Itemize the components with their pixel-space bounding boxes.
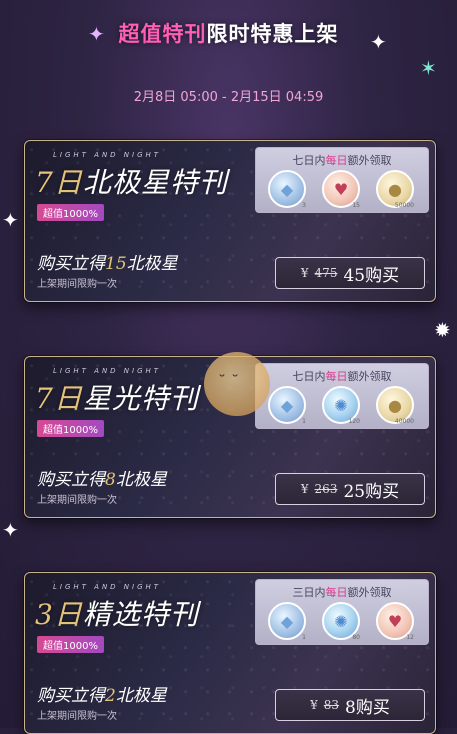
- buy-button[interactable]: ¥ 263 25购买: [275, 473, 425, 505]
- sparkle-icon: ✹: [434, 318, 451, 342]
- value-badge: 超值1000%: [37, 204, 104, 221]
- purchase-bonus: 购买立得2北极星: [37, 686, 167, 706]
- original-price: 475: [314, 266, 338, 280]
- coin-icon[interactable]: ● 40000: [376, 386, 414, 425]
- sparkle-icon: ✶: [420, 56, 437, 80]
- purchase-limit: 上架期间限购一次: [37, 711, 117, 722]
- gem-icon[interactable]: ◆ 1: [268, 386, 306, 425]
- page-title: 超值特刊限时特惠上架: [0, 18, 457, 48]
- buy-button[interactable]: ¥ 475 45购买: [275, 257, 425, 289]
- purchase-limit: 上架期间限购一次: [37, 495, 117, 506]
- orb-icon[interactable]: ✺ 120: [322, 386, 360, 425]
- date-range: 2月8日 05:00 - 2月15日 04:59: [133, 90, 324, 105]
- card-subtitle: LIGHT AND NIGHT: [53, 151, 162, 159]
- rewards-title: 三日内每日额外领取: [292, 586, 392, 599]
- value-badge: 超值1000%: [37, 420, 104, 437]
- sale-price: 45购买: [343, 265, 400, 286]
- card-title: 3日精选特刊: [35, 598, 199, 631]
- coin-icon[interactable]: ● 50000: [376, 170, 414, 209]
- buy-button[interactable]: ¥ 83 8购买: [275, 689, 425, 721]
- purchase-limit: 上架期间限购一次: [37, 279, 117, 290]
- original-price: 263: [314, 482, 338, 496]
- purchase-bonus: 购买立得8北极星: [37, 470, 167, 490]
- bag-icon[interactable]: ♥ 15: [322, 170, 360, 209]
- card-title: 7日北极星特刊: [35, 166, 228, 199]
- purchase-bonus: 购买立得15北极星: [37, 254, 178, 274]
- sale-price: 25购买: [343, 481, 400, 502]
- daily-rewards-panel: 七日内每日额外领取 ◆ 1 ✺ 120 ● 40000: [255, 363, 429, 429]
- card-subtitle: LIGHT AND NIGHT: [53, 583, 162, 591]
- header: ✦ ✦ ✶ 超值特刊限时特惠上架 2月8日 05:00 - 2月15日 04:5…: [0, 0, 457, 110]
- sparkle-icon: ✦: [2, 208, 19, 232]
- title-rest: 限时特惠上架: [206, 22, 339, 46]
- card-title: 7日星光特刊: [35, 382, 199, 415]
- gem-icon[interactable]: ◆ 1: [268, 602, 306, 641]
- gem-icon[interactable]: ◆ 3: [268, 170, 306, 209]
- sparkle-icon: ✦: [2, 518, 19, 542]
- rewards-title: 七日内每日额外领取: [292, 370, 392, 383]
- title-highlight: 超值特刊: [118, 22, 207, 46]
- bag-icon[interactable]: ♥ 12: [376, 602, 414, 641]
- offer-card-north-star: LIGHT AND NIGHT 7日北极星特刊 超值1000% 购买立得15北极…: [24, 140, 436, 302]
- orb-icon[interactable]: ✺ 80: [322, 602, 360, 641]
- card-subtitle: LIGHT AND NIGHT: [53, 367, 162, 375]
- mascot-icon: [204, 352, 270, 416]
- daily-rewards-panel: 七日内每日额外领取 ◆ 3 ♥ 15 ● 50000: [255, 147, 429, 213]
- original-price: 83: [323, 698, 340, 712]
- offer-card-selected: LIGHT AND NIGHT 3日精选特刊 超值1000% 购买立得2北极星 …: [24, 572, 436, 734]
- rewards-title: 七日内每日额外领取: [292, 154, 392, 167]
- sale-price: 8购买: [345, 697, 390, 718]
- daily-rewards-panel: 三日内每日额外领取 ◆ 1 ✺ 80 ♥ 12: [255, 579, 429, 645]
- value-badge: 超值1000%: [37, 636, 104, 653]
